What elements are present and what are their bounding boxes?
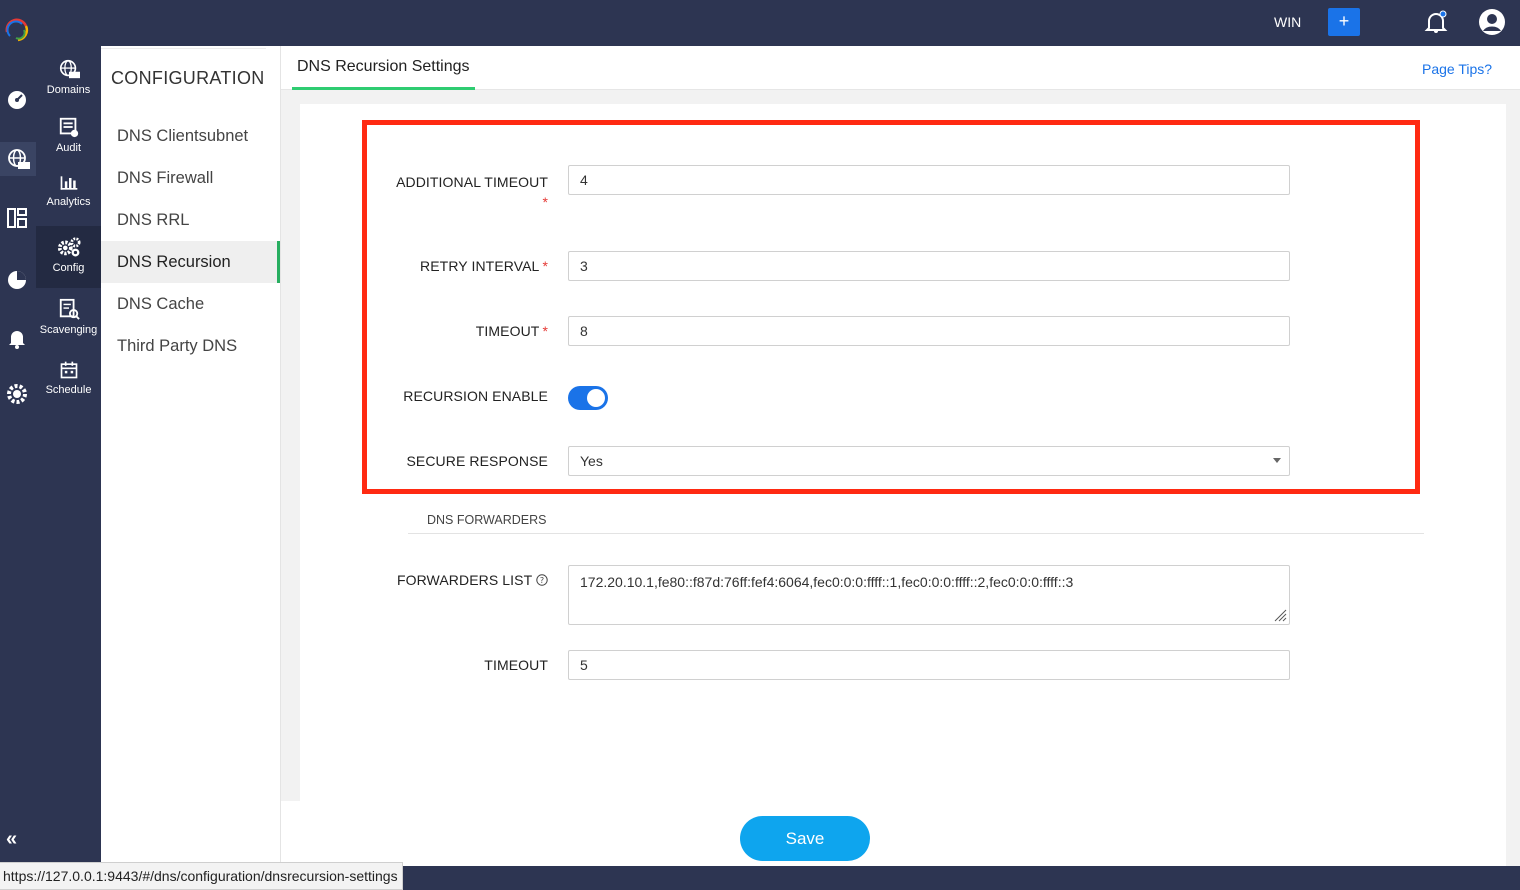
page-tips-link[interactable]: Page Tips? xyxy=(1422,61,1492,77)
alerts-bell-icon[interactable] xyxy=(5,326,29,350)
nav-config[interactable]: Config xyxy=(36,226,101,288)
configuration-heading: CONFIGURATION xyxy=(111,68,265,88)
app-logo xyxy=(5,18,29,42)
menu-item-dns-recursion[interactable]: DNS Recursion xyxy=(101,241,280,283)
forwarders-list-label-text: FORWARDERS LIST xyxy=(396,572,532,588)
dns-module-tab[interactable] xyxy=(0,142,36,176)
nav-audit-label: Audit xyxy=(55,142,82,154)
secure-response-value: Yes xyxy=(580,453,603,469)
toggle-knob xyxy=(587,389,605,407)
dropdown-arrow-icon xyxy=(1273,458,1281,463)
retry-interval-input[interactable]: 3 xyxy=(568,251,1290,281)
secure-response-label: SECURE RESPONSE xyxy=(406,453,548,469)
forwarders-timeout-label: TIMEOUT xyxy=(484,657,548,673)
nav-scavenging-label: Scavenging xyxy=(39,324,98,336)
status-bar-url: https://127.0.0.1:9443/#/dns/configurati… xyxy=(0,862,403,890)
dns-forwarders-section-title: DNS FORWARDERS xyxy=(427,513,547,527)
required-marker: * xyxy=(542,258,548,274)
domains-globe-icon xyxy=(59,59,80,79)
nav-analytics[interactable]: Analytics xyxy=(36,174,101,214)
forwarders-timeout-input[interactable]: 5 xyxy=(568,650,1290,680)
nav-schedule[interactable]: Schedule xyxy=(36,360,101,410)
scavenging-icon xyxy=(59,298,80,320)
timeout-label-text: TIMEOUT xyxy=(475,323,540,339)
menu-top-divider xyxy=(101,48,266,49)
menu-item-dns-rrl[interactable]: DNS RRL xyxy=(101,199,280,241)
svg-text:?: ? xyxy=(540,576,544,585)
retry-interval-label-text: RETRY INTERVAL xyxy=(420,258,540,274)
dns-module-nav: Domains Audit Analytics Config Scavengin… xyxy=(36,46,101,866)
additional-timeout-label: ADDITIONAL TIMEOUT * xyxy=(348,172,548,212)
recursion-enable-label: RECURSION ENABLE xyxy=(403,388,548,404)
resize-grip-icon[interactable] xyxy=(1271,606,1287,622)
reports-pie-icon[interactable] xyxy=(5,268,29,292)
nav-scavenging[interactable]: Scavenging xyxy=(36,298,101,348)
required-marker: * xyxy=(542,323,548,339)
nav-config-label: Config xyxy=(52,262,85,274)
dashboard-icon[interactable] xyxy=(5,88,29,112)
config-gears-icon xyxy=(57,237,81,257)
nav-domains-label: Domains xyxy=(46,84,91,96)
menu-item-third-party-dns[interactable]: Third Party DNS xyxy=(101,325,280,367)
save-button[interactable]: Save xyxy=(740,816,870,861)
additional-timeout-label-text: ADDITIONAL TIMEOUT xyxy=(396,174,548,190)
main-content: DNS Recursion Settings Page Tips? ADDITI… xyxy=(281,46,1520,866)
nav-schedule-label: Schedule xyxy=(45,384,92,396)
additional-timeout-input[interactable]: 4 xyxy=(568,165,1290,195)
timeout-input[interactable]: 8 xyxy=(568,316,1290,346)
menu-item-dns-firewall[interactable]: DNS Firewall xyxy=(101,157,280,199)
secure-response-select[interactable]: Yes xyxy=(568,446,1290,476)
user-avatar-icon[interactable] xyxy=(1478,8,1506,36)
analytics-bar-icon xyxy=(60,176,77,190)
retry-interval-label: RETRY INTERVAL * xyxy=(348,258,548,274)
notifications-bell-icon[interactable] xyxy=(1424,10,1448,34)
nav-domains[interactable]: Domains xyxy=(36,58,101,108)
form-footer: Save xyxy=(281,801,1506,866)
required-marker: * xyxy=(542,194,548,210)
nav-audit[interactable]: Audit xyxy=(36,116,101,166)
forwarders-list-label: FORWARDERS LIST ? xyxy=(348,572,548,588)
menu-item-dns-clientsubnet[interactable]: DNS Clientsubnet xyxy=(101,115,280,157)
workspace-label[interactable]: WIN xyxy=(1274,14,1301,30)
top-bar: WIN + xyxy=(36,0,1520,46)
timeout-label: TIMEOUT * xyxy=(348,323,548,339)
ipam-icon[interactable] xyxy=(5,206,29,230)
recursion-enable-toggle[interactable] xyxy=(568,386,608,410)
settings-gear-icon[interactable] xyxy=(5,382,29,406)
forwarders-list-value: 172.20.10.1,fe80::f87d:76ff:fef4:6064,fe… xyxy=(580,574,1074,590)
dns-globe-icon xyxy=(8,149,30,169)
menu-item-dns-cache[interactable]: DNS Cache xyxy=(101,283,280,325)
tab-dns-recursion-settings[interactable]: DNS Recursion Settings xyxy=(292,46,475,90)
nav-analytics-label: Analytics xyxy=(46,196,91,208)
help-icon[interactable]: ? xyxy=(536,574,548,586)
section-divider xyxy=(408,533,1424,534)
settings-form: ADDITIONAL TIMEOUT * 4 RETRY INTERVAL * 3… xyxy=(300,104,1506,801)
add-button[interactable]: + xyxy=(1328,8,1360,36)
app-rail: « xyxy=(0,0,36,890)
configuration-menu: CONFIGURATION DNS Clientsubnet DNS Firew… xyxy=(101,46,281,866)
collapse-sidebar-icon[interactable]: « xyxy=(6,828,17,851)
tab-bar: DNS Recursion Settings Page Tips? xyxy=(281,46,1520,90)
forwarders-list-textarea[interactable]: 172.20.10.1,fe80::f87d:76ff:fef4:6064,fe… xyxy=(568,565,1290,625)
audit-icon xyxy=(59,117,78,138)
schedule-calendar-icon xyxy=(60,361,77,379)
